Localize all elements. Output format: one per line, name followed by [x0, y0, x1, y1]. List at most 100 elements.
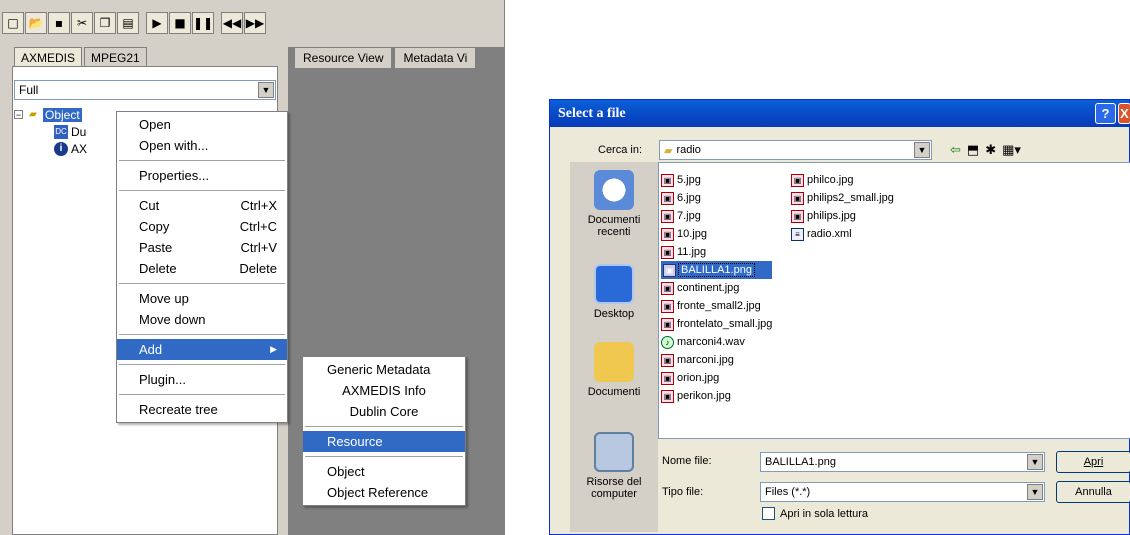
submenu-item-axmedis-info[interactable]: AXMEDIS Info: [303, 380, 465, 401]
readonly-label: Apri in sola lettura: [780, 507, 869, 520]
menu-item-cut[interactable]: Cut Ctrl+X: [117, 195, 287, 216]
menu-item-delete[interactable]: Delete Delete: [117, 258, 287, 279]
menu-item-move-down[interactable]: Move down: [117, 309, 287, 330]
filename-input[interactable]: BALILLA1.png ▼: [760, 452, 1045, 472]
menu-item-open-with[interactable]: Open with...: [117, 135, 287, 156]
submenu-item-generic-metadata[interactable]: Generic Metadata: [303, 359, 465, 380]
file-item[interactable]: ▣ frontelato_small.jpg: [661, 315, 772, 333]
file-item[interactable]: ▣ perikon.jpg: [661, 387, 772, 405]
menu-label: Move down: [139, 312, 206, 327]
file-item[interactable]: ▣ 10.jpg: [661, 225, 772, 243]
file-item[interactable]: ▣ philips2_small.jpg: [791, 189, 894, 207]
chevron-down-icon[interactable]: ▼: [1027, 454, 1043, 470]
collapse-icon[interactable]: −: [14, 110, 23, 120]
file-item[interactable]: ▣ 6.jpg: [661, 189, 772, 207]
tab-metadata-view[interactable]: Metadata Vi: [394, 47, 477, 68]
file-item[interactable]: ▣ philips.jpg: [791, 207, 894, 225]
new-folder-icon[interactable]: ✱: [985, 142, 996, 158]
place-desktop[interactable]: Desktop: [570, 264, 658, 320]
paste-icon[interactable]: ▤: [117, 12, 139, 34]
file-name: 7.jpg: [677, 210, 701, 222]
filetype-select[interactable]: Files (*.*) ▼: [760, 482, 1045, 502]
tree-row-child[interactable]: i AX: [14, 140, 87, 157]
file-name: radio.xml: [807, 228, 852, 240]
file-item[interactable]: ▣ 7.jpg: [661, 207, 772, 225]
submenu-item-object-reference[interactable]: Object Reference: [303, 482, 465, 503]
tab-mpeg21[interactable]: MPEG21: [84, 47, 147, 68]
copy-icon[interactable]: ❐: [94, 12, 116, 34]
tree-label-child: Du: [71, 124, 87, 139]
file-item[interactable]: ▣ 11.jpg: [661, 243, 772, 261]
tree-row-child[interactable]: DC Du: [14, 123, 87, 140]
tree-row-root[interactable]: − ▰ Object: [14, 106, 87, 123]
file-name: continent.jpg: [677, 282, 740, 294]
submenu-item-resource[interactable]: Resource: [303, 431, 465, 452]
image-file-icon: ▣: [791, 173, 804, 187]
up-folder-icon[interactable]: ⬒: [967, 142, 979, 158]
file-item[interactable]: ▣ fronte_small2.jpg: [661, 297, 772, 315]
look-in-combo[interactable]: ▰ radio ▼: [659, 140, 932, 160]
menu-item-properties[interactable]: Properties...: [117, 165, 287, 186]
file-item[interactable]: ▣ continent.jpg: [661, 279, 772, 297]
view-combo[interactable]: Full ▼: [14, 80, 276, 100]
filename-label: Nome file:: [662, 455, 712, 467]
view-combo-value: Full: [19, 83, 39, 97]
menu-item-add[interactable]: Add ▶: [117, 339, 287, 360]
xml-file-icon: ≡: [791, 227, 804, 241]
chevron-down-icon[interactable]: ▼: [1027, 484, 1043, 500]
dublin-core-icon: DC: [54, 124, 68, 139]
readonly-checkbox-row[interactable]: Apri in sola lettura: [762, 507, 868, 520]
toolbar: □ 📂 ▪ ✂ ❐ ▤ ▶ ■ ❚❚ ◀◀ ▶▶: [2, 12, 266, 38]
file-item-selected[interactable]: ▣ BALILLA1.png: [661, 261, 773, 279]
file-item[interactable]: ♪ marconi4.wav: [661, 333, 772, 351]
file-item[interactable]: ▣ marconi.jpg: [661, 351, 772, 369]
menu-separator: [305, 426, 463, 427]
dialog-title: Select a file: [558, 105, 626, 121]
cut-icon[interactable]: ✂: [71, 12, 93, 34]
open-icon[interactable]: 📂: [25, 12, 47, 34]
menu-item-paste[interactable]: Paste Ctrl+V: [117, 237, 287, 258]
submenu-item-object[interactable]: Object: [303, 461, 465, 482]
new-icon[interactable]: □: [2, 12, 24, 34]
tab-axmedis[interactable]: AXMEDIS: [14, 47, 83, 68]
image-file-icon: ▣: [661, 245, 674, 259]
menu-item-recreate-tree[interactable]: Recreate tree: [117, 399, 287, 420]
menu-item-copy[interactable]: Copy Ctrl+C: [117, 216, 287, 237]
file-name: philips.jpg: [807, 210, 856, 222]
forward-icon[interactable]: ▶▶: [244, 12, 266, 34]
rewind-icon[interactable]: ◀◀: [221, 12, 243, 34]
chevron-down-icon[interactable]: ▼: [258, 82, 274, 98]
chevron-down-icon[interactable]: ▼: [914, 142, 930, 158]
menu-separator: [119, 334, 285, 335]
cancel-button[interactable]: Annulla: [1056, 481, 1130, 503]
menu-label: Paste: [139, 240, 173, 255]
file-item[interactable]: ▣ philco.jpg: [791, 171, 894, 189]
menu-item-move-up[interactable]: Move up: [117, 288, 287, 309]
stop-icon[interactable]: ■: [169, 12, 191, 34]
computer-icon: [594, 432, 634, 472]
file-item[interactable]: ▣ 5.jpg: [661, 171, 772, 189]
open-button[interactable]: Apri: [1056, 451, 1130, 473]
menu-item-plugin[interactable]: Plugin...: [117, 369, 287, 390]
place-my-documents[interactable]: Documenti: [570, 342, 658, 398]
play-icon[interactable]: ▶: [146, 12, 168, 34]
pause-icon[interactable]: ❚❚: [192, 12, 214, 34]
tab-resource-view[interactable]: Resource View: [294, 47, 393, 68]
close-button[interactable]: X: [1118, 103, 1130, 124]
file-item[interactable]: ▣ orion.jpg: [661, 369, 772, 387]
readonly-checkbox[interactable]: [762, 507, 775, 520]
file-item[interactable]: ≡ radio.xml: [791, 225, 894, 243]
image-file-icon: ▣: [791, 209, 804, 223]
help-button[interactable]: ?: [1095, 103, 1116, 124]
place-my-computer[interactable]: Risorse del computer: [570, 432, 658, 500]
menu-label: Plugin...: [139, 372, 186, 387]
context-menu: Open Open with... Properties... Cut Ctrl+…: [116, 111, 288, 423]
back-icon[interactable]: ⇦: [950, 142, 961, 158]
submenu-item-dublin-core[interactable]: Dublin Core: [303, 401, 465, 422]
save-icon[interactable]: ▪: [48, 12, 70, 34]
menu-item-open[interactable]: Open: [117, 114, 287, 135]
image-file-icon: ▣: [661, 227, 674, 241]
place-recent-documents[interactable]: Documenti recenti: [570, 170, 658, 238]
view-menu-icon[interactable]: ▦▾: [1002, 142, 1021, 158]
file-list[interactable]: ▣ 5.jpg ▣ 6.jpg ▣ 7.jpg ▣ 10.jpg ▣ 11.jpg ▣ BA…: [658, 162, 1130, 439]
